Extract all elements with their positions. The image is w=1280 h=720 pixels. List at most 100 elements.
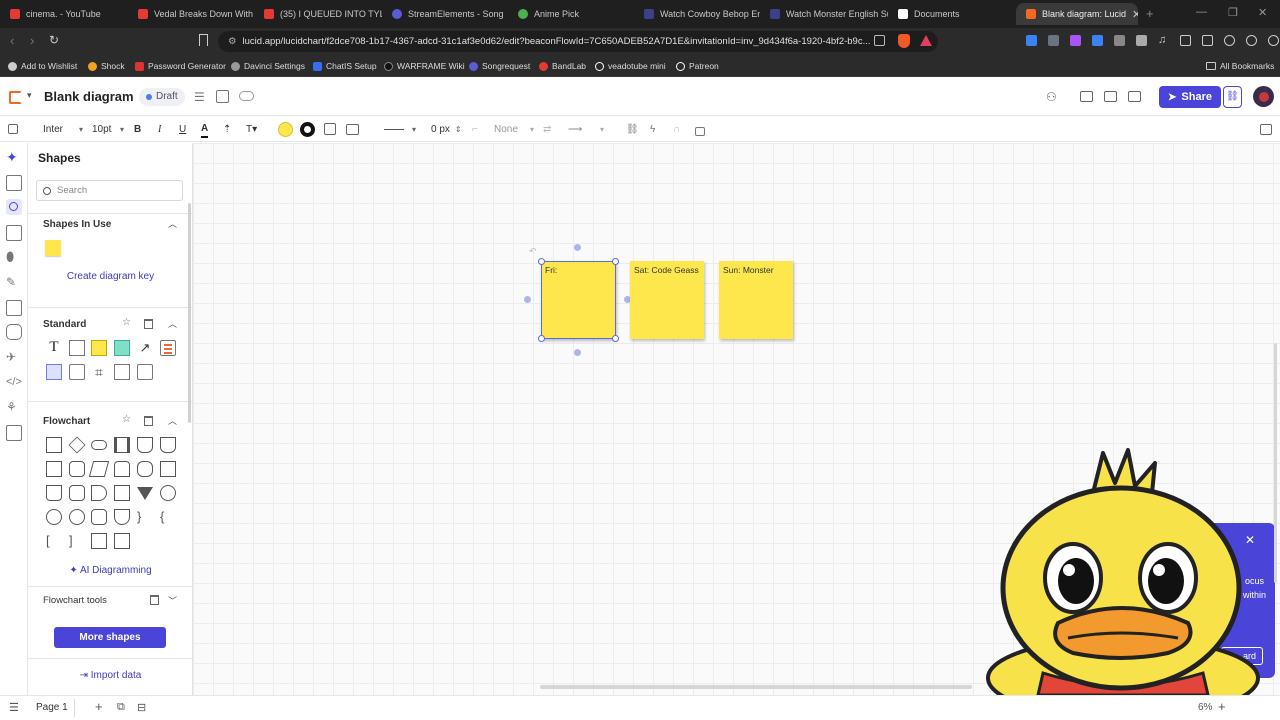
bookmark-item[interactable]: Shock	[88, 59, 125, 73]
connection-point[interactable]	[574, 244, 581, 251]
browser-tab[interactable]: StreamElements - Song	[382, 3, 508, 25]
rectangle-shape[interactable]	[69, 340, 85, 356]
bookmark-item[interactable]: Add to Wishlist	[8, 59, 77, 73]
sidebar-icon[interactable]	[1180, 35, 1191, 46]
extension-icon[interactable]	[1224, 35, 1235, 46]
new-tab-icon[interactable]: +	[1146, 6, 1154, 21]
text-shape[interactable]: T	[46, 339, 62, 355]
chevron-up-icon[interactable]: ︿	[168, 414, 177, 427]
container-icon[interactable]: ∩	[673, 120, 680, 138]
browser-tab-active[interactable]: Blank diagram: Lucid ✕	[1016, 3, 1138, 25]
plugin-icon[interactable]: ⚘	[6, 399, 22, 415]
extension-icon[interactable]	[1136, 35, 1147, 46]
terminator-shape[interactable]	[91, 440, 107, 450]
zoom-in-icon[interactable]: +	[1218, 699, 1226, 714]
minimize-icon[interactable]: —	[1196, 6, 1207, 18]
merge-shape[interactable]	[137, 487, 153, 500]
summing-junction-shape[interactable]	[46, 509, 62, 525]
integrations-icon[interactable]: ✈	[6, 349, 22, 365]
panel-toggle-icon[interactable]	[1260, 120, 1272, 138]
cloud-saved-icon[interactable]	[239, 91, 254, 101]
pages-menu-icon[interactable]: ☰	[9, 701, 19, 714]
star-icon[interactable]: ☆	[122, 317, 131, 328]
fill-drop-icon[interactable]: ⬮	[6, 249, 22, 265]
avatar[interactable]	[1253, 86, 1274, 107]
chevron-down-icon[interactable]: ﹀	[168, 594, 177, 607]
browser-tab[interactable]: Watch Cowboy Bebop Eng	[634, 3, 760, 25]
ai-diagramming-link[interactable]: ✦ AI Diagramming	[28, 565, 193, 576]
sticky-note[interactable]: Sat: Code Geass	[630, 261, 704, 339]
browser-tab[interactable]: (35) I QUEUED INTO TYLER	[254, 3, 382, 25]
document-shape[interactable]	[137, 437, 153, 453]
chevron-up-icon[interactable]: ︿	[168, 317, 177, 330]
predefined-process-shape[interactable]	[114, 437, 130, 453]
brave-rewards-icon[interactable]	[920, 35, 932, 46]
copy-link-button[interactable]: ⛓	[1223, 86, 1242, 108]
bookmark-item[interactable]: Songrequest	[469, 59, 530, 73]
connector-shape[interactable]	[160, 485, 176, 501]
bookmark-item[interactable]: veadotube mini	[595, 59, 666, 73]
bookmark-item[interactable]: WARFRAME Wiki	[384, 59, 465, 73]
loop-limit-shape[interactable]	[91, 509, 107, 525]
extension-icon[interactable]	[1114, 35, 1125, 46]
preparation-shape[interactable]	[69, 461, 85, 477]
resize-handle[interactable]	[612, 258, 619, 265]
note-shape[interactable]	[114, 340, 130, 356]
flowchart-tools-header[interactable]: Flowchart tools	[43, 595, 107, 606]
browser-tab[interactable]: Documents	[888, 3, 1014, 25]
line-color-button[interactable]	[300, 120, 315, 138]
manual-input-shape[interactable]	[46, 461, 62, 477]
format-painter-icon[interactable]	[8, 120, 18, 138]
browser-tab[interactable]: Vedal Breaks Down With N	[128, 3, 254, 25]
bracket-shape[interactable]: [	[46, 533, 62, 549]
off-page-shape[interactable]	[114, 509, 130, 525]
scrollbar[interactable]	[188, 203, 191, 423]
sticky-note-shape[interactable]	[45, 240, 61, 256]
resize-handle[interactable]	[612, 335, 619, 342]
text-options-icon[interactable]: T▾	[246, 120, 257, 138]
multi-document-shape[interactable]	[160, 437, 176, 453]
vertical-scrollbar[interactable]	[1274, 343, 1277, 583]
history-icon[interactable]: ⊟	[137, 701, 146, 714]
image-icon[interactable]	[6, 300, 22, 316]
font-size-select[interactable]: 10pt ▾	[92, 120, 124, 138]
table-shape[interactable]	[114, 364, 130, 380]
image-shape[interactable]	[69, 364, 85, 380]
line-shape[interactable]: ↗	[137, 340, 153, 356]
border-style-icon[interactable]	[324, 120, 336, 138]
template-icon[interactable]	[216, 90, 229, 103]
bracket-right-shape[interactable]: ]	[69, 533, 85, 549]
swimlane-shape[interactable]	[91, 533, 107, 549]
font-select[interactable]: Inter ▾	[43, 120, 83, 138]
line-width-stepper[interactable]: 0 px ⇕	[431, 120, 462, 138]
process-shape[interactable]	[46, 437, 62, 453]
bookmark-item[interactable]: Patreon	[676, 59, 719, 73]
link-icon[interactable]: ⛓	[626, 120, 639, 138]
shapes-icon[interactable]	[6, 199, 22, 215]
browser-tab[interactable]: cinema. - YouTube	[0, 3, 130, 25]
chevron-up-icon[interactable]: ︿	[168, 217, 177, 230]
extension-icon[interactable]	[1070, 35, 1081, 46]
fill-color-button[interactable]	[278, 120, 293, 138]
arrow-end-select[interactable]: ⟶ ▾	[568, 120, 604, 138]
list-shape[interactable]	[160, 340, 176, 356]
data-shape[interactable]	[88, 461, 110, 477]
maximize-icon[interactable]: ❐	[1228, 6, 1238, 19]
close-window-icon[interactable]: ✕	[1258, 6, 1267, 19]
shield-icon[interactable]	[1246, 35, 1257, 46]
chevron-down-icon[interactable]: ▾	[27, 90, 32, 101]
draft-badge[interactable]: Draft	[139, 88, 185, 106]
sticky-note-shape[interactable]	[91, 340, 107, 356]
profile-icon[interactable]	[1268, 35, 1279, 46]
url-field[interactable]: ⚙ lucid.app/lucidchart/f2dce708-1b17-4367…	[218, 31, 938, 52]
reload-icon[interactable]: ↻	[49, 33, 59, 47]
sticky-note[interactable]: Sun: Monster	[719, 261, 793, 339]
bookmark-item[interactable]: Password Generator	[135, 59, 226, 73]
database-shape[interactable]	[114, 461, 130, 477]
italic-button[interactable]: I	[158, 120, 161, 138]
forward-icon[interactable]: ›	[30, 33, 34, 48]
internal-storage-shape[interactable]	[160, 461, 176, 477]
pool-shape[interactable]	[114, 533, 130, 549]
decision-shape[interactable]	[68, 436, 86, 454]
close-tab-icon[interactable]: ✕	[1132, 8, 1138, 21]
